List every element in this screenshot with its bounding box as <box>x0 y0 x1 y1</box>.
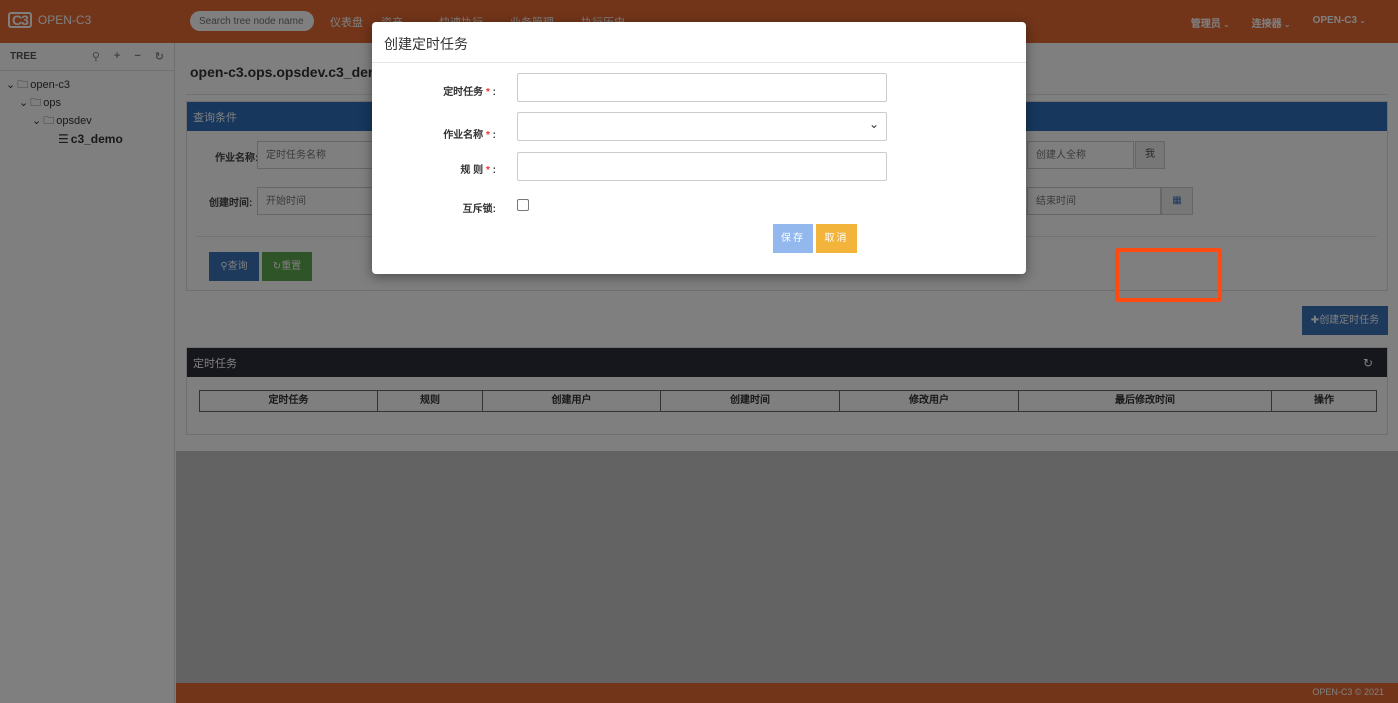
job-field-label: 作业名称 * : <box>372 126 496 141</box>
required-mark: * <box>485 87 490 98</box>
label-colon: : <box>492 165 496 176</box>
required-mark: * <box>485 130 490 141</box>
label-colon: : <box>492 87 496 98</box>
lock-field-label: 互斥锁: <box>462 204 496 215</box>
modal-title: 创建定时任务 <box>372 22 1026 63</box>
highlight-box <box>1115 248 1222 302</box>
label-colon: : <box>492 130 496 141</box>
job-label-text: 作业名称 <box>443 130 484 141</box>
save-button[interactable]: 保存 <box>773 224 813 253</box>
task-name-input[interactable] <box>517 73 887 102</box>
create-task-modal: 创建定时任务 定时任务 * : 作业名称 * : 规 则 * : 互斥锁: 保存… <box>372 22 1026 274</box>
task-field-label: 定时任务 * : <box>372 83 496 98</box>
rule-field-label: 规 则 * : <box>372 161 496 176</box>
rule-label-text: 规 则 <box>460 165 484 176</box>
rule-input[interactable] <box>517 152 887 181</box>
cancel-button[interactable]: 取消 <box>816 224 857 253</box>
task-label-text: 定时任务 <box>443 87 484 98</box>
mutex-lock-checkbox[interactable] <box>517 199 529 211</box>
job-name-select[interactable] <box>517 112 887 141</box>
modal-backdrop-lower <box>176 451 1398 683</box>
required-mark: * <box>485 165 490 176</box>
